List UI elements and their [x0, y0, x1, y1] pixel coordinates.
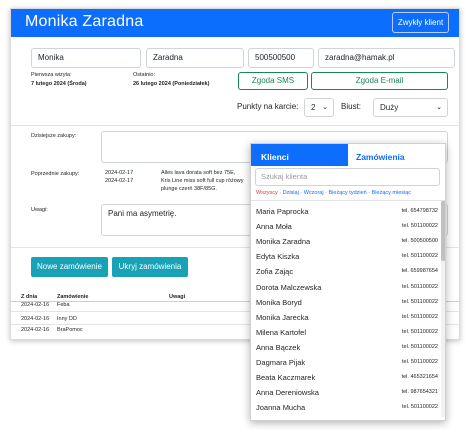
date-filters: Wszyscy · Dzisiaj · Wczoraj · Bieżący ty…: [256, 190, 412, 196]
client-name: Anna Bączek: [256, 342, 301, 352]
tab-clients[interactable]: Klienci: [251, 144, 348, 166]
chevron-down-icon: ⌄: [322, 104, 328, 111]
client-name: Monika Boryd: [256, 297, 302, 307]
client-list-item[interactable]: Anna Moła tel. 501100022: [256, 222, 438, 236]
client-name: Milena Kartofel: [256, 327, 307, 337]
client-phone: tel. 501100022: [402, 223, 438, 230]
order-name: Inny DD: [57, 316, 77, 322]
client-phone: tel. 501100022: [402, 253, 438, 260]
client-name: Anna Dereniowska: [256, 388, 319, 398]
chevron-down-icon: ⌄: [436, 104, 442, 111]
bust-select[interactable]: Duży ⌄: [373, 98, 448, 117]
points-value: 2: [311, 103, 316, 112]
client-name: Anna Moła: [256, 222, 292, 232]
client-phone: tel. 987654321: [401, 389, 438, 396]
client-phone: tel. 500500500: [401, 238, 438, 245]
previous-purchase-desc: Kris Line miss soft full cup różowy: [161, 178, 244, 184]
first-visit-value: 7 lutego 2024 (Środa): [31, 81, 87, 87]
today-purchases-label: Dzisiejsze zakupy:: [31, 133, 77, 139]
filter-all[interactable]: Wszyscy: [256, 190, 278, 196]
sms-consent-button[interactable]: Zgoda SMS: [238, 72, 308, 90]
last-name-input[interactable]: Zaradna: [146, 48, 244, 68]
client-list-item[interactable]: Dagmara Pijak tel. 501100022: [256, 358, 438, 372]
client-list-item[interactable]: Zofia Zając tel. 659987654: [256, 267, 438, 281]
client-list-item[interactable]: Milena Kartofel tel. 501100022: [256, 328, 438, 342]
client-name: Monika Zaradna: [256, 237, 311, 247]
client-phone: tel. 501100022: [402, 283, 438, 290]
client-phone: tel. 501100022: [402, 343, 438, 350]
client-name: Dorota Malczewska: [256, 282, 322, 292]
phone-input[interactable]: 500500500: [248, 48, 314, 68]
order-date: 2024-02-16: [21, 316, 50, 322]
client-list-item[interactable]: Monika Jarecka tel. 501100022: [256, 313, 438, 327]
client-list-item[interactable]: Monika Boryd tel. 501100022: [256, 298, 438, 312]
client-name: Joanna Mucha: [256, 403, 306, 413]
client-list-item[interactable]: Joanna Mucha tel. 501100022: [256, 403, 438, 417]
client-name: Beata Kaczmarek: [256, 373, 316, 383]
orders-header-notes: Uwagi: [169, 294, 186, 300]
client-list-item[interactable]: Anna Bączek tel. 501100022: [256, 343, 438, 357]
new-order-button[interactable]: Nowe zamówienie: [31, 257, 108, 277]
filter-this-month[interactable]: Bieżący miesiąc: [372, 190, 411, 196]
bust-label: Biust:: [341, 102, 362, 111]
client-phone: tel. 501100022: [402, 359, 438, 365]
filter-this-week[interactable]: Bieżący tydzień: [329, 190, 367, 196]
client-name-title: Monika Zaradna: [25, 13, 144, 30]
client-phone: tel. 465321654: [401, 374, 438, 381]
points-label: Punkty na karcie:: [237, 102, 299, 111]
client-phone: tel. 501100022: [402, 404, 438, 411]
client-type-button[interactable]: Zwykły klient: [392, 12, 449, 33]
client-name: Monika Jarecka: [256, 312, 309, 322]
first-visit-label: Pierwsza wizyta:: [31, 72, 72, 78]
order-date: 2024-02-16: [21, 327, 50, 333]
scrollbar-thumb[interactable]: [441, 201, 445, 261]
previous-purchase-desc: plunge czerń 38F/85G.: [161, 186, 217, 192]
client-list-item[interactable]: Dorota Malczewska tel. 501100022: [256, 283, 438, 297]
notes-label: Uwagi:: [31, 207, 48, 213]
client-phone: tel. 654798732: [401, 208, 438, 214]
client-search-popup: Klienci Zamówienia Szukaj klienta Wszysc…: [250, 143, 446, 421]
previous-purchases-label: Poprzednie zakupy:: [31, 171, 80, 177]
client-name: Edyta Kiszka: [256, 252, 300, 262]
client-search-input[interactable]: Szukaj klienta: [255, 168, 440, 186]
card-header: Monika Zaradna Zwykły klient: [11, 9, 459, 37]
client-phone: tel. 501100022: [402, 328, 438, 335]
client-list-item[interactable]: Edyta Kiszka tel. 501100022: [256, 252, 438, 266]
last-visit-label: Ostatnio:: [133, 72, 156, 78]
orders-header-date: Z dnia: [21, 294, 38, 300]
client-phone: tel. 659987654: [401, 268, 438, 275]
client-list-item[interactable]: Maria Paprocka tel. 654798732: [256, 207, 438, 221]
notes-value: Pani ma asymetrię.: [108, 209, 177, 218]
orders-header-order: Zamówienie: [57, 294, 89, 300]
client-list-item[interactable]: Anna Dereniowska tel. 987654321: [256, 388, 438, 402]
divider: [251, 200, 445, 201]
divider: [11, 125, 459, 126]
previous-purchase-desc: Alles lava dorata soft bez 75E,: [161, 170, 236, 176]
client-list-item[interactable]: Beata Kaczmarek tel. 465321654: [256, 373, 438, 387]
previous-purchase-date: 2024-02-17: [105, 170, 134, 176]
order-name: BraPomoc: [57, 327, 83, 333]
first-name-input[interactable]: Monika: [31, 48, 141, 68]
client-name: Zofia Zając: [256, 267, 294, 277]
bust-value: Duży: [380, 103, 399, 112]
email-consent-button[interactable]: Zgoda E-mail: [311, 72, 448, 90]
filter-today[interactable]: Dzisiaj: [283, 190, 299, 196]
client-phone: tel. 501100022: [402, 298, 438, 305]
order-date: 2024-02-16: [21, 302, 50, 308]
client-phone: tel. 501100022: [402, 313, 438, 320]
client-name: Maria Paprocka: [256, 207, 309, 216]
points-select[interactable]: 2 ⌄: [304, 98, 334, 117]
tab-orders[interactable]: Zamówienia: [348, 144, 445, 166]
order-name: Feba: [57, 302, 70, 308]
client-list-item[interactable]: Monika Zaradna tel. 500500500: [256, 237, 438, 251]
client-name: Dagmara Pijak: [256, 358, 306, 367]
hide-orders-button[interactable]: Ukryj zamówienia: [112, 257, 188, 277]
email-input[interactable]: zaradna@hamak.pl: [318, 48, 455, 68]
previous-purchase-date: 2024-02-17: [105, 178, 134, 184]
filter-yesterday[interactable]: Wczoraj: [304, 190, 324, 196]
last-visit-value: 26 lutego 2024 (Poniedziałek): [133, 81, 210, 87]
